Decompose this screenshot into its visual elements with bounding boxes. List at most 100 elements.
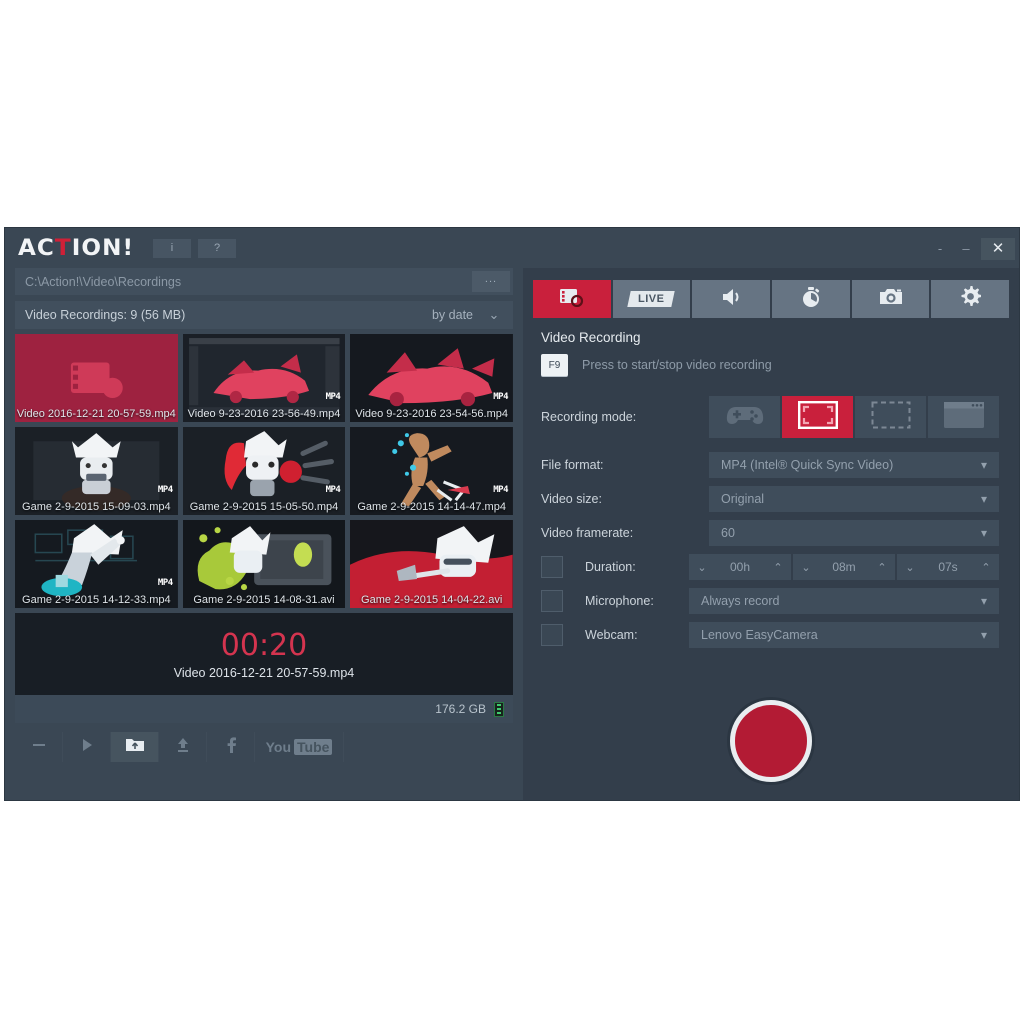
duration-hours-value: 00h <box>729 560 751 574</box>
youtube-label-tube: Tube <box>294 739 333 755</box>
browse-folder-button[interactable]: ... <box>472 271 510 292</box>
preview-filename: Video 2016-12-21 20-57-59.mp4 <box>173 665 355 680</box>
recording-thumbnail[interactable]: MP4 Game 2-9-2015 14-14-47.mp4 <box>350 427 513 515</box>
record-button-area <box>523 700 1019 782</box>
microphone-checkbox[interactable] <box>541 590 563 612</box>
minimize-button[interactable]: – <box>953 238 979 260</box>
upload-button[interactable] <box>159 732 207 762</box>
video-framerate-row: Video framerate: 60 ▾ <box>541 520 999 546</box>
duration-row: Duration: ⌄ 00h ⌃ ⌄ 08m ⌃ ⌄ 07s ⌃ <box>541 554 999 580</box>
minutes-decrement-icon[interactable]: ⌄ <box>793 561 819 574</box>
info-button[interactable]: i <box>153 239 191 258</box>
recording-thumbnail[interactable]: MP4 Game 2-9-2015 15-09-03.mp4 <box>15 427 178 515</box>
chevron-down-icon: ▾ <box>980 594 988 608</box>
video-size-dropdown[interactable]: Original ▾ <box>709 486 999 512</box>
video-size-row: Video size: Original ▾ <box>541 486 999 512</box>
hotkey-badge[interactable]: F9 <box>541 354 568 376</box>
play-button[interactable] <box>63 732 111 762</box>
camera-icon <box>879 287 903 311</box>
mode-games-apps[interactable] <box>709 396 780 438</box>
webcam-checkbox[interactable] <box>541 624 563 646</box>
recording-thumbnail[interactable]: MP4 Video 9-23-2016 23-54-56.mp4 <box>350 334 513 422</box>
record-button[interactable] <box>730 700 812 782</box>
stopwatch-icon <box>800 286 822 313</box>
microphone-value: Always record <box>701 594 780 608</box>
library-toolbar: You Tube <box>15 732 513 762</box>
chevron-down-icon[interactable]: ⌄ <box>483 307 513 323</box>
format-badge: MP4 <box>325 392 341 402</box>
logo-part-2: ION! <box>71 236 135 261</box>
recordings-count-label: Video Recordings: 9 (56 MB) <box>25 308 186 322</box>
video-framerate-dropdown[interactable]: 60 ▾ <box>709 520 999 546</box>
recording-mode-options <box>709 396 999 438</box>
minimize-to-tray-button[interactable]: - <box>927 238 953 260</box>
mode-application-window[interactable] <box>928 396 999 438</box>
recording-filename: Game 2-9-2015 14-04-22.avi <box>361 594 503 606</box>
settings-pane: LIVE Video Recording F9 Press to start/s… <box>523 268 1019 800</box>
logo-part-1: AC <box>18 236 55 261</box>
youtube-button[interactable]: You Tube <box>255 732 344 762</box>
mode-active-screen[interactable] <box>782 396 853 438</box>
video-framerate-label: Video framerate: <box>541 526 634 540</box>
duration-hours-spinner[interactable]: ⌄ 00h ⌃ <box>689 554 791 580</box>
title-bar: ACTION! i ? - – ✕ <box>5 228 1019 268</box>
format-badge: MP4 <box>493 392 508 402</box>
recording-thumbnail[interactable]: Game 2-9-2015 14-08-31.avi <box>182 520 346 608</box>
disk-space-bar: 176.2 GB <box>15 695 513 723</box>
tab-live-label: LIVE <box>638 293 665 305</box>
facebook-button[interactable] <box>207 732 255 762</box>
format-badge: MP4 <box>157 578 173 588</box>
mode-screen-region[interactable] <box>855 396 926 438</box>
file-format-dropdown[interactable]: MP4 (Intel® Quick Sync Video) ▾ <box>709 452 999 478</box>
recording-thumbnail[interactable]: MP4 Game 2-9-2015 15-05-50.mp4 <box>182 427 346 515</box>
play-icon <box>79 737 95 758</box>
speaker-icon <box>720 287 742 312</box>
minutes-increment-icon[interactable]: ⌃ <box>869 561 895 574</box>
hours-increment-icon[interactable]: ⌃ <box>765 561 791 574</box>
recording-thumbnail[interactable]: Game 2-9-2015 14-04-22.avi <box>350 520 513 608</box>
video-size-label: Video size: <box>541 492 602 506</box>
preview-player[interactable]: 00:20 Video 2016-12-21 20-57-59.mp4 <box>15 613 513 695</box>
help-button[interactable]: ? <box>198 239 236 258</box>
file-format-row: File format: MP4 (Intel® Quick Sync Video… <box>541 452 999 478</box>
microphone-dropdown[interactable]: Always record ▾ <box>689 588 999 614</box>
hotkey-hint-row: F9 Press to start/stop video recording <box>541 354 1019 376</box>
seconds-decrement-icon[interactable]: ⌄ <box>897 561 923 574</box>
tab-live-streaming[interactable]: LIVE <box>612 280 691 318</box>
facebook-icon <box>224 736 238 759</box>
duration-minutes-spinner[interactable]: ⌄ 08m ⌃ <box>793 554 895 580</box>
recordings-grid: Video 2016-12-21 20-57-59.mp4 MP4 Video 9-… <box>15 334 513 608</box>
chevron-down-icon: ▾ <box>980 526 988 540</box>
webcam-dropdown[interactable]: Lenovo EasyCamera ▾ <box>689 622 999 648</box>
gamepad-icon <box>725 403 765 432</box>
folder-up-icon <box>125 736 145 758</box>
webcam-label: Webcam: <box>585 628 638 642</box>
tab-benchmark[interactable] <box>772 280 850 318</box>
preview-duration: 00:20 <box>220 627 308 663</box>
delete-button[interactable] <box>15 732 63 762</box>
tab-video-recording[interactable] <box>533 280 611 318</box>
duration-seconds-spinner[interactable]: ⌄ 07s ⌃ <box>897 554 999 580</box>
hours-decrement-icon[interactable]: ⌄ <box>689 561 715 574</box>
tab-audio[interactable] <box>692 280 771 318</box>
seconds-increment-icon[interactable]: ⌃ <box>973 561 999 574</box>
duration-label: Duration: <box>585 560 636 574</box>
open-folder-button[interactable] <box>111 732 159 762</box>
tab-screenshot[interactable] <box>851 280 930 318</box>
recording-thumbnail[interactable]: MP4 Video 9-23-2016 23-56-49.mp4 <box>182 334 346 422</box>
close-button[interactable]: ✕ <box>981 238 1015 260</box>
recording-thumbnail[interactable]: MP4 Game 2-9-2015 14-12-33.mp4 <box>15 520 178 608</box>
recording-thumbnail[interactable]: Video 2016-12-21 20-57-59.mp4 <box>15 334 178 422</box>
webcam-value: Lenovo EasyCamera <box>701 628 818 642</box>
duration-checkbox[interactable] <box>541 556 563 578</box>
duration-seconds-value: 07s <box>938 560 958 574</box>
youtube-label-you: You <box>265 739 291 755</box>
app-logo: ACTION! <box>18 236 134 261</box>
tab-settings[interactable] <box>931 280 1010 318</box>
mode-tabbar: LIVE <box>533 280 1010 318</box>
sort-mode-label[interactable]: by date <box>432 308 483 322</box>
microphone-row: Microphone: Always record ▾ <box>541 588 999 614</box>
file-format-value: MP4 (Intel® Quick Sync Video) <box>721 458 894 472</box>
output-path-text[interactable]: C:\Action!\Video\Recordings <box>15 275 472 289</box>
section-header: Video Recording F9 Press to start/stop v… <box>523 318 1019 376</box>
